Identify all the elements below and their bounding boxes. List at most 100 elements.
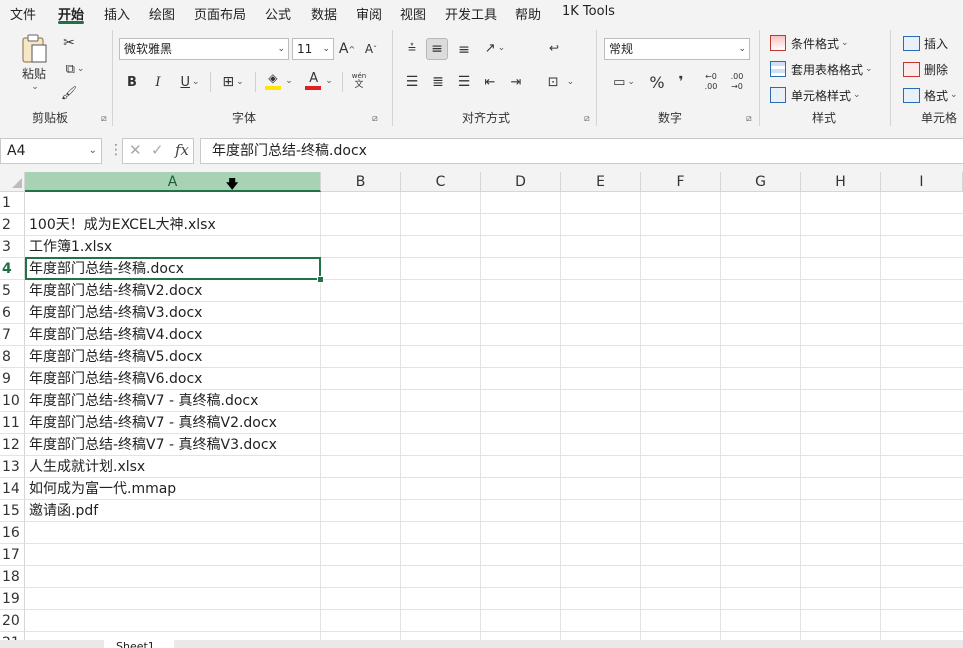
merge-center-icon[interactable]: ⊡ ⌄ [542,72,580,92]
menu-formulas[interactable]: 公式 [265,4,291,23]
delete-cells-button[interactable]: 删除 [903,59,948,79]
row-header[interactable]: 7 [0,324,25,346]
decrease-indent-icon[interactable]: ⇤ [480,72,500,92]
dialog-launcher-icon[interactable]: ⧄ [584,114,590,124]
row-header[interactable]: 19 [0,588,25,610]
cell-a[interactable]: 年度部门总结-终稿V6.docx [29,368,202,390]
row-header[interactable]: 16 [0,522,25,544]
menu-file[interactable]: 文件 [10,4,36,23]
align-middle-icon[interactable]: ≡ [426,38,448,60]
row-header[interactable]: 11 [0,412,25,434]
cell-a[interactable]: 邀请函.pdf [29,500,98,522]
cell-a[interactable]: 年度部门总结-终稿V7 - 真终稿.docx [29,390,258,412]
format-painter-icon[interactable]: 🖌 [60,84,78,102]
cell-a[interactable]: 年度部门总结-终稿V7 - 真终稿V3.docx [29,434,277,456]
format-as-table-button[interactable]: 套用表格格式 ⌄ [770,59,873,79]
borders-button[interactable]: ⊞ ⌄ [218,72,248,92]
cell-a[interactable]: 年度部门总结-终稿V3.docx [29,302,202,324]
orientation-icon[interactable]: ↗ ⌄ [480,38,510,58]
comma-style-button[interactable]: ❜ [674,72,688,92]
row-header[interactable]: 17 [0,544,25,566]
shrink-font-button[interactable]: Aˇ [362,40,380,58]
menu-help[interactable]: 帮助 [515,4,541,23]
menu-data[interactable]: 数据 [311,4,337,23]
menu-view[interactable]: 视图 [400,4,426,23]
row-header[interactable]: 14 [0,478,25,500]
column-header-g[interactable]: G [721,172,801,192]
cancel-icon[interactable]: ✕ [129,141,142,159]
column-header-i[interactable]: I [881,172,963,192]
column-header-f[interactable]: F [641,172,721,192]
number-format-select[interactable]: 常规 ⌄ [604,38,750,60]
column-header-b[interactable]: B [321,172,401,192]
sheet-tab-sheet1[interactable]: Sheet1 [104,640,174,648]
dialog-launcher-icon[interactable]: ⧄ [101,114,107,124]
row-header[interactable]: 12 [0,434,25,456]
dialog-launcher-icon[interactable]: ⧄ [746,114,752,124]
row-header[interactable]: 2 [0,214,25,236]
copy-icon[interactable]: ⧉ ⌄ [60,60,90,78]
column-header-d[interactable]: D [481,172,561,192]
column-header-e[interactable]: E [561,172,641,192]
cut-icon[interactable]: ✂ [60,34,78,52]
insert-cells-button[interactable]: 插入 [903,33,948,53]
cell-a[interactable]: 年度部门总结-终稿V5.docx [29,346,202,368]
menu-page-layout[interactable]: 页面布局 [194,4,246,23]
formula-input[interactable]: 年度部门总结-终稿.docx [200,138,963,164]
increase-indent-icon[interactable]: ⇥ [506,72,526,92]
dialog-launcher-icon[interactable]: ⧄ [372,114,378,124]
percent-style-button[interactable]: % [648,72,666,92]
column-header-c[interactable]: C [401,172,481,192]
cell-a[interactable]: 如何成为富一代.mmap [29,478,176,500]
insert-function-button[interactable]: fx [175,141,189,159]
cell-styles-button[interactable]: 单元格样式 ⌄ [770,85,861,105]
accounting-format-icon[interactable]: ▭ ⌄ [606,72,642,92]
italic-button[interactable]: I [150,72,166,92]
menu-draw[interactable]: 绘图 [149,4,175,23]
menu-1k-tools[interactable]: 1K Tools [562,4,615,19]
row-header[interactable]: 10 [0,390,25,412]
row-header[interactable]: 9 [0,368,25,390]
cell-a[interactable]: 年度部门总结-终稿V7 - 真终稿V2.docx [29,412,277,434]
row-header[interactable]: 4 [0,258,25,280]
increase-decimal-button[interactable]: ←0.00 [700,70,722,94]
font-size-select[interactable]: 11 ⌄ [292,38,334,60]
row-header[interactable]: 13 [0,456,25,478]
bold-button[interactable]: B [124,72,140,92]
menu-developer[interactable]: 开发工具 [445,4,497,23]
decrease-decimal-button[interactable]: .00 →0 [726,70,748,94]
enter-icon[interactable]: ✓ [151,141,164,159]
cell-a[interactable]: 人生成就计划.xlsx [29,456,145,478]
cell-a[interactable]: 工作簿1.xlsx [29,236,112,258]
more-options-icon[interactable]: ⋮ [109,142,123,158]
row-header[interactable]: 5 [0,280,25,302]
wrap-text-icon[interactable]: ↩ [544,38,564,58]
grow-font-button[interactable]: A ^ [338,40,356,58]
font-name-select[interactable]: 微软雅黑 ⌄ [119,38,289,60]
name-box[interactable]: A4 ⌄ [0,138,102,164]
cell-a[interactable]: 100天！成为EXCEL大神.xlsx [29,214,216,236]
underline-button[interactable]: U ⌄ [176,72,204,92]
row-header[interactable]: 15 [0,500,25,522]
row-header[interactable]: 3 [0,236,25,258]
paste-button[interactable]: 粘贴 ⌄ [14,32,54,92]
row-header[interactable]: 20 [0,610,25,632]
cell-a[interactable]: 年度部门总结-终稿V4.docx [29,324,202,346]
align-top-icon[interactable]: ⩮ [402,38,422,58]
worksheet-grid[interactable]: A B C D E F G H I 🡇 1 2 100天！成为EXCEL大神.xls… [0,172,963,648]
column-header-h[interactable]: H [801,172,881,192]
row-header[interactable]: 1 [0,192,25,214]
row-header[interactable]: 8 [0,346,25,368]
align-left-icon[interactable]: ☰ [402,72,422,92]
align-bottom-icon[interactable]: ≡ [454,40,474,60]
cell-a[interactable]: 年度部门总结-终稿V2.docx [29,280,202,302]
fill-color-button[interactable]: ◈ ⌄ [262,70,296,92]
row-header[interactable]: 6 [0,302,25,324]
format-cells-button[interactable]: 格式 ⌄ [903,85,958,105]
font-color-button[interactable]: A ⌄ [302,70,336,92]
menu-insert[interactable]: 插入 [104,4,130,23]
align-right-icon[interactable]: ☰ [454,72,474,92]
fill-handle[interactable] [317,276,324,283]
align-center-icon[interactable]: ≣ [428,72,448,92]
column-header-a[interactable]: A [25,172,321,192]
